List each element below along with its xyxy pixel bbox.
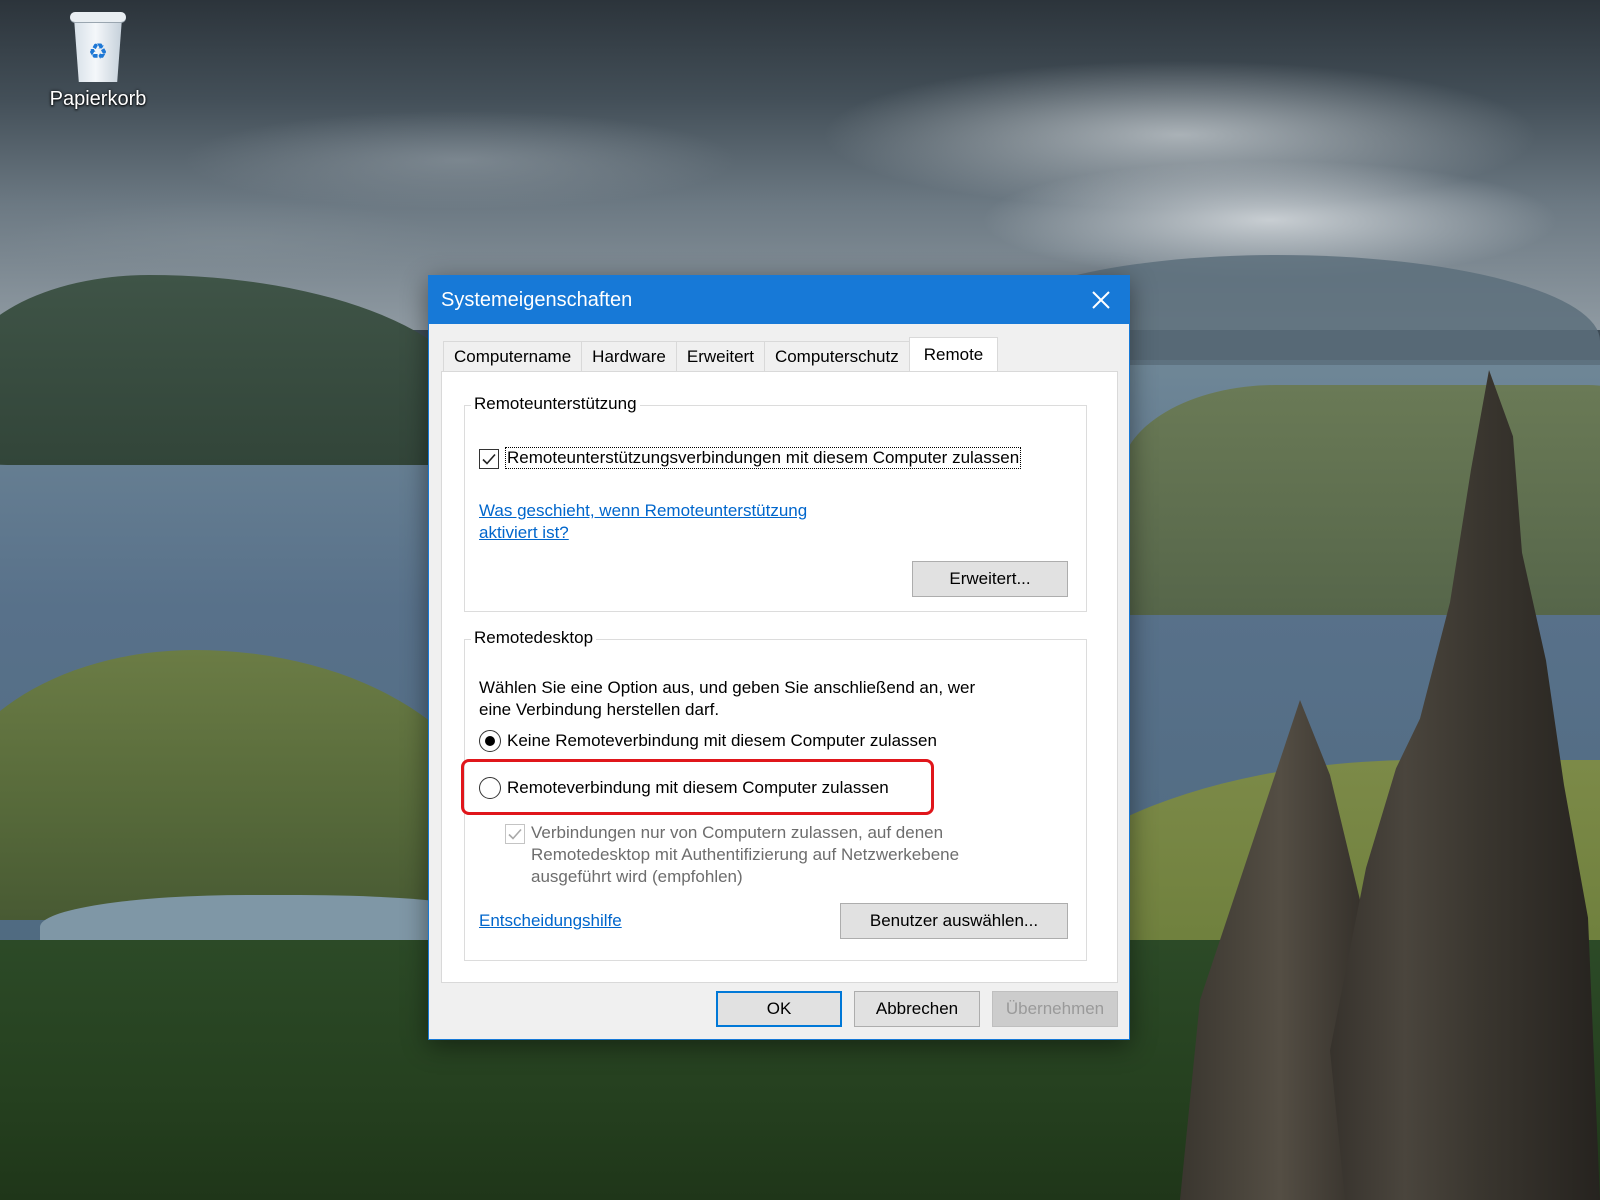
- allow-remote-connection-label[interactable]: Remoteverbindung mit diesem Computer zul…: [507, 778, 889, 798]
- remote-assistance-help-link-line1[interactable]: Was geschieht, wenn Remoteunterstützung: [479, 501, 807, 520]
- tab-computername[interactable]: Computername: [443, 341, 583, 371]
- advanced-button[interactable]: Erweitert...: [912, 561, 1068, 597]
- tab-strip: Computername Hardware Erweitert Computer…: [443, 337, 999, 371]
- nla-only-label[interactable]: Verbindungen nur von Computern zulassen,…: [531, 822, 959, 888]
- close-icon: [1092, 291, 1110, 309]
- desktop-icon-recycle-bin[interactable]: ♻ Papierkorb: [40, 6, 156, 116]
- cancel-button[interactable]: Abbrechen: [854, 991, 980, 1027]
- allow-remote-connection-radio[interactable]: [479, 777, 501, 799]
- decision-help-link[interactable]: Entscheidungshilfe: [479, 910, 622, 932]
- recycle-bin-icon: ♻: [68, 10, 128, 84]
- desktop-icon-label: Papierkorb: [49, 88, 147, 110]
- remote-assistance-group-title: Remoteunterstützung: [471, 394, 640, 414]
- no-remote-connection-radio[interactable]: [479, 730, 501, 752]
- recycle-symbol-icon: ♻: [88, 39, 108, 64]
- tab-panel-remote: Remoteunterstützung Remoteunterstützungs…: [441, 371, 1118, 983]
- nla-only-checkbox[interactable]: [505, 824, 525, 844]
- remote-assistance-group: Remoteunterstützung Remoteunterstützungs…: [464, 394, 1087, 612]
- apply-button-label: Übernehmen: [1005, 999, 1105, 1018]
- allow-remote-assistance-label[interactable]: Remoteunterstützungsverbindungen mit die…: [504, 447, 1022, 469]
- tab-remote[interactable]: Remote: [908, 337, 999, 371]
- checkmark-icon: [508, 828, 522, 840]
- tab-hardware[interactable]: Hardware: [581, 341, 677, 371]
- dialog-title: Systemeigenschaften: [441, 289, 633, 311]
- ok-button[interactable]: OK: [716, 991, 842, 1027]
- remote-assistance-help-link-line2[interactable]: aktiviert ist?: [479, 523, 569, 542]
- select-users-button-label: Benutzer auswählen...: [869, 911, 1039, 930]
- advanced-button-label: Erweitert...: [949, 569, 1031, 588]
- system-properties-dialog: Systemeigenschaften Computername Hardwar…: [428, 275, 1130, 1040]
- wallpaper-cloud: [0, 200, 460, 290]
- checkmark-icon: [482, 453, 496, 465]
- apply-button[interactable]: Übernehmen: [992, 991, 1118, 1027]
- wallpaper-cloud: [180, 110, 740, 210]
- remote-desktop-description: Wählen Sie eine Option aus, und geben Si…: [479, 678, 976, 719]
- remote-desktop-group: Remotedesktop Wählen Sie eine Option aus…: [461, 628, 1087, 961]
- ok-button-label: OK: [766, 999, 792, 1018]
- tab-erweitert[interactable]: Erweitert: [675, 341, 765, 371]
- tab-computerschutz[interactable]: Computerschutz: [763, 341, 910, 371]
- allow-remote-assistance-checkbox[interactable]: [479, 449, 499, 469]
- remote-assistance-help-link[interactable]: Was geschieht, wenn Remoteunterstützung …: [479, 500, 807, 544]
- cancel-button-label: Abbrechen: [875, 999, 959, 1018]
- remote-desktop-group-title: Remotedesktop: [471, 628, 597, 648]
- close-button[interactable]: [1073, 276, 1129, 324]
- select-users-button[interactable]: Benutzer auswählen...: [840, 903, 1068, 939]
- no-remote-connection-label[interactable]: Keine Remoteverbindung mit diesem Comput…: [507, 731, 937, 751]
- dialog-titlebar[interactable]: Systemeigenschaften: [429, 276, 1129, 324]
